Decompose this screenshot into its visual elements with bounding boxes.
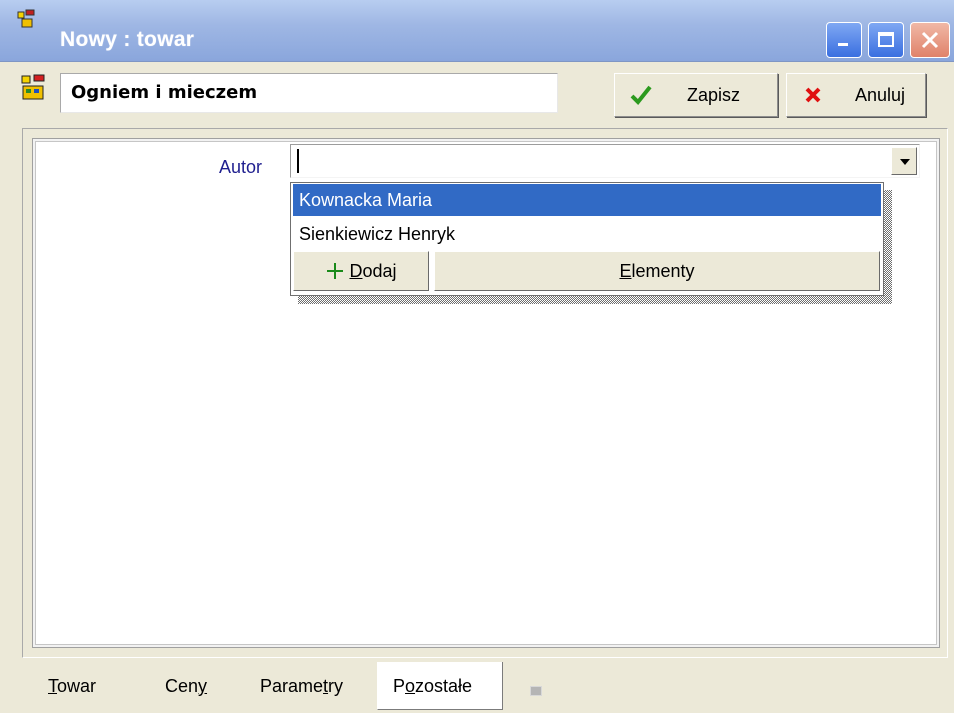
checkmark-icon xyxy=(630,85,652,105)
product-icon xyxy=(21,74,45,100)
dropdown-item[interactable]: Sienkiewicz Henryk xyxy=(293,218,881,250)
tab-bar: Towar Ceny Parametry Pozostałe xyxy=(0,662,954,713)
tab-towar[interactable]: Towar xyxy=(48,676,96,697)
author-dropdown-button[interactable] xyxy=(891,147,917,175)
maximize-icon xyxy=(878,32,894,47)
x-icon xyxy=(805,87,821,103)
author-label: Autor xyxy=(219,157,263,177)
chevron-down-icon xyxy=(900,159,910,165)
author-combobox[interactable] xyxy=(290,144,920,178)
cancel-button[interactable]: Anuluj xyxy=(786,73,926,117)
save-button-label: Zapisz xyxy=(687,84,741,105)
product-name-field[interactable]: Ogniem i mieczem xyxy=(60,73,558,113)
minimize-button[interactable] xyxy=(826,22,862,58)
tab-pozostale[interactable]: Pozostałe xyxy=(393,676,472,697)
add-button[interactable]: Dodaj xyxy=(293,251,429,291)
text-caret xyxy=(297,149,299,173)
elements-button[interactable]: Elementy xyxy=(434,251,880,291)
window-title: Nowy : towar xyxy=(60,28,195,51)
elements-button-label: Elementy xyxy=(619,260,695,281)
close-button[interactable] xyxy=(910,22,950,58)
save-button[interactable]: Zapisz xyxy=(614,73,778,117)
minimize-icon xyxy=(838,43,848,46)
author-dropdown-list: Kownacka Maria Sienkiewicz Henryk Dodaj … xyxy=(290,182,884,296)
tab-overflow-indicator[interactable] xyxy=(530,686,542,696)
title-bar[interactable]: Nowy : towar xyxy=(0,0,954,62)
product-window: Nowy : towar Ogniem i mieczem Zapisz Anu… xyxy=(0,0,954,713)
tab-ceny[interactable]: Ceny xyxy=(165,676,207,697)
close-icon xyxy=(921,31,939,49)
app-icon xyxy=(17,9,35,28)
dropdown-item[interactable]: Kownacka Maria xyxy=(293,184,881,216)
add-button-label: Dodaj xyxy=(349,260,397,281)
cancel-button-label: Anuluj xyxy=(855,84,906,105)
maximize-button[interactable] xyxy=(868,22,904,58)
tab-parametry[interactable]: Parametry xyxy=(260,676,343,697)
plus-icon xyxy=(327,263,344,279)
